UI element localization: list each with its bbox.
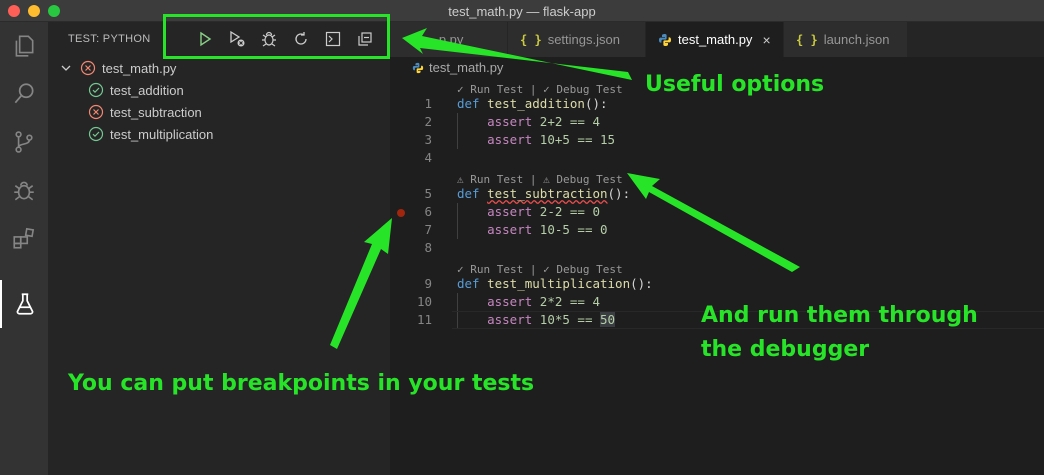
breadcrumb[interactable]: test_math.py xyxy=(412,60,503,75)
run-debug-button[interactable] xyxy=(0,166,48,214)
code-editor[interactable]: ✓ Run Test | ✓ Debug Test 1 def test_add… xyxy=(390,79,1044,475)
code-line: def test_addition(): xyxy=(457,96,608,111)
code-line: assert 2*2 == 4 xyxy=(487,294,601,309)
chevron-down-icon xyxy=(60,60,72,76)
tab-label: launch.json xyxy=(823,32,890,47)
window-title: test_math.py — flask-app xyxy=(448,4,596,19)
tab-app-py[interactable]: ...p.py xyxy=(390,22,508,57)
tab-test-math-py[interactable]: test_math.py × xyxy=(646,22,784,57)
test-explorer-sidebar: TEST: PYTHON test_math.py test_addition … xyxy=(48,22,390,475)
testing-icon xyxy=(16,293,34,315)
annotation-debugger-line2: the debugger xyxy=(701,337,870,362)
annotation-debugger-line1: And run them through xyxy=(701,303,978,328)
title-bar: test_math.py — flask-app xyxy=(0,0,1044,22)
annotation-useful-options: Useful options xyxy=(645,72,825,97)
code-line: assert 10*5 == 50 xyxy=(487,312,616,327)
testing-button[interactable] xyxy=(0,280,48,328)
line-number: 9 xyxy=(424,276,432,291)
line-number: 7 xyxy=(424,222,432,237)
sidebar-title: TEST: PYTHON xyxy=(68,33,151,45)
code-line: assert 10+5 == 15 xyxy=(487,132,616,147)
python-file-icon xyxy=(412,62,424,74)
passed-status-icon xyxy=(88,126,104,142)
test-item-label: test_multiplication xyxy=(110,126,214,142)
code-line: def test_multiplication(): xyxy=(457,276,653,291)
json-file-icon: { } xyxy=(796,32,818,47)
line-number: 2 xyxy=(424,114,432,129)
line-number: 6 xyxy=(424,204,432,219)
test-item-row[interactable]: test_addition xyxy=(88,79,184,101)
code-lens-run-debug[interactable]: ⚠ Run Test | ⚠ Debug Test xyxy=(457,173,623,186)
explorer-button[interactable] xyxy=(0,22,48,70)
tab-label: test_math.py xyxy=(678,32,753,47)
test-item-label: test_addition xyxy=(110,82,184,98)
extensions-icon xyxy=(13,227,35,249)
activity-bar xyxy=(0,22,48,475)
tab-launch-json[interactable]: { } launch.json xyxy=(784,22,908,57)
debug-icon xyxy=(14,181,34,201)
line-number: 8 xyxy=(424,240,432,255)
tab-label: settings.json xyxy=(547,32,620,47)
toolbar-highlight-box xyxy=(163,14,390,59)
failed-status-icon xyxy=(80,60,96,76)
test-item-row[interactable]: test_subtraction xyxy=(88,101,202,123)
json-file-icon: { } xyxy=(520,32,542,47)
code-line: assert 2+2 == 4 xyxy=(487,114,601,129)
tab-label: ...p.py xyxy=(428,32,464,47)
test-file-row[interactable]: test_math.py xyxy=(60,57,176,79)
search-icon xyxy=(14,83,34,104)
close-tab-icon[interactable]: × xyxy=(762,32,770,48)
tab-settings-json[interactable]: { } settings.json xyxy=(508,22,646,57)
code-lens-run-debug[interactable]: ✓ Run Test | ✓ Debug Test xyxy=(457,263,623,276)
code-lens-run-debug[interactable]: ✓ Run Test | ✓ Debug Test xyxy=(457,83,623,96)
python-file-icon xyxy=(658,33,672,47)
search-button[interactable] xyxy=(0,70,48,118)
breadcrumb-file: test_math.py xyxy=(429,60,504,75)
source-control-button[interactable] xyxy=(0,118,48,166)
test-item-label: test_subtraction xyxy=(110,104,202,120)
test-item-row[interactable]: test_multiplication xyxy=(88,123,213,145)
line-number: 4 xyxy=(424,150,432,165)
line-number: 5 xyxy=(424,186,432,201)
code-line: assert 10-5 == 0 xyxy=(487,222,608,237)
extensions-button[interactable] xyxy=(0,214,48,262)
line-number: 11 xyxy=(416,312,432,327)
failed-status-icon xyxy=(88,104,104,120)
vscode-window: test_math.py — flask-app TEST: PYTHON te… xyxy=(0,0,1044,475)
code-line: assert 2-2 == 0 xyxy=(487,204,601,219)
explorer-icon xyxy=(15,35,34,57)
line-number: 10 xyxy=(416,294,432,309)
annotation-breakpoints: You can put breakpoints in your tests xyxy=(68,371,535,396)
editor-tab-bar: ...p.py { } settings.json test_math.py ×… xyxy=(390,22,1044,57)
passed-status-icon xyxy=(88,82,104,98)
code-line: def test_subtraction(): xyxy=(457,186,631,201)
source-control-icon xyxy=(15,131,33,153)
line-number: 1 xyxy=(424,96,432,111)
line-number: 3 xyxy=(424,132,432,147)
test-file-label: test_math.py xyxy=(102,60,177,76)
